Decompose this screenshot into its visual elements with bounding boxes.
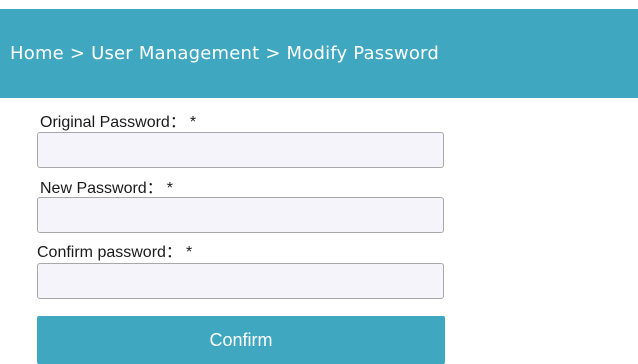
- required-mark: *: [185, 244, 193, 261]
- confirm-password-label: Confirm password： *: [37, 238, 192, 262]
- required-mark: *: [166, 180, 173, 197]
- confirm-password-input[interactable]: [37, 263, 444, 299]
- new-password-label-text: New Password：: [40, 180, 163, 197]
- original-password-label: Original Password： *: [40, 108, 196, 132]
- page-header: Home > User Management > Modify Password: [0, 9, 638, 98]
- new-password-input[interactable]: [37, 197, 444, 233]
- confirm-password-label-text: Confirm password：: [37, 244, 182, 261]
- original-password-label-text: Original Password：: [40, 114, 186, 131]
- original-password-input[interactable]: [37, 132, 444, 168]
- confirm-button[interactable]: Confirm: [37, 316, 445, 364]
- breadcrumb: Home > User Management > Modify Password: [10, 43, 439, 64]
- required-mark: *: [189, 114, 197, 131]
- new-password-label: New Password： *: [40, 174, 173, 198]
